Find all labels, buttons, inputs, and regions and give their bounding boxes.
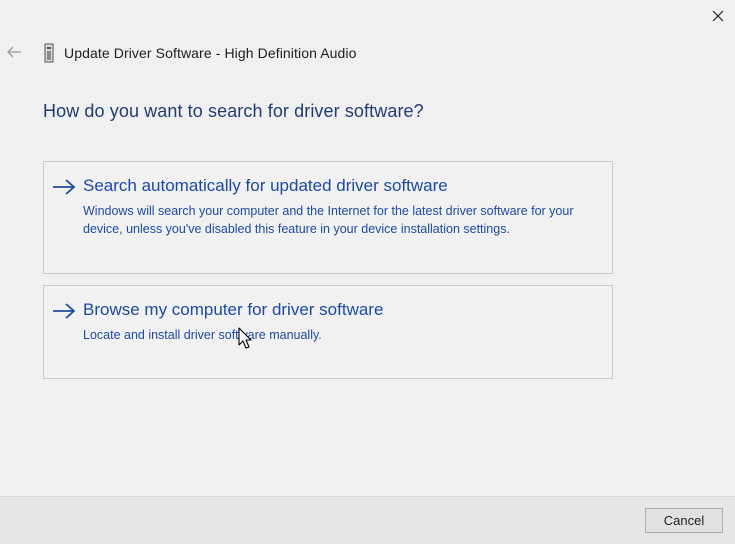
browse-computer-option[interactable]: Browse my computer for driver software L… — [43, 285, 613, 379]
page-heading: How do you want to search for driver sof… — [43, 101, 424, 121]
close-button[interactable] — [704, 4, 732, 28]
option-description: Windows will search your computer and th… — [83, 204, 574, 236]
arrow-right-icon — [53, 179, 76, 195]
cancel-button[interactable]: Cancel — [645, 508, 723, 533]
close-icon — [712, 10, 724, 22]
option-title: Browse my computer for driver software — [83, 300, 384, 319]
option-description: Locate and install driver software manua… — [83, 328, 322, 342]
search-automatically-option[interactable]: Search automatically for updated driver … — [43, 161, 613, 274]
update-driver-dialog: Update Driver Software - High Definition… — [0, 0, 735, 544]
window-title-row: Update Driver Software - High Definition… — [42, 42, 357, 64]
back-button[interactable] — [4, 42, 24, 62]
audio-device-icon — [42, 43, 56, 63]
footer-bar — [0, 497, 735, 544]
window-title: Update Driver Software - High Definition… — [64, 45, 357, 61]
arrow-right-icon — [53, 303, 76, 319]
back-arrow-icon — [7, 46, 21, 58]
option-title: Search automatically for updated driver … — [83, 176, 448, 195]
